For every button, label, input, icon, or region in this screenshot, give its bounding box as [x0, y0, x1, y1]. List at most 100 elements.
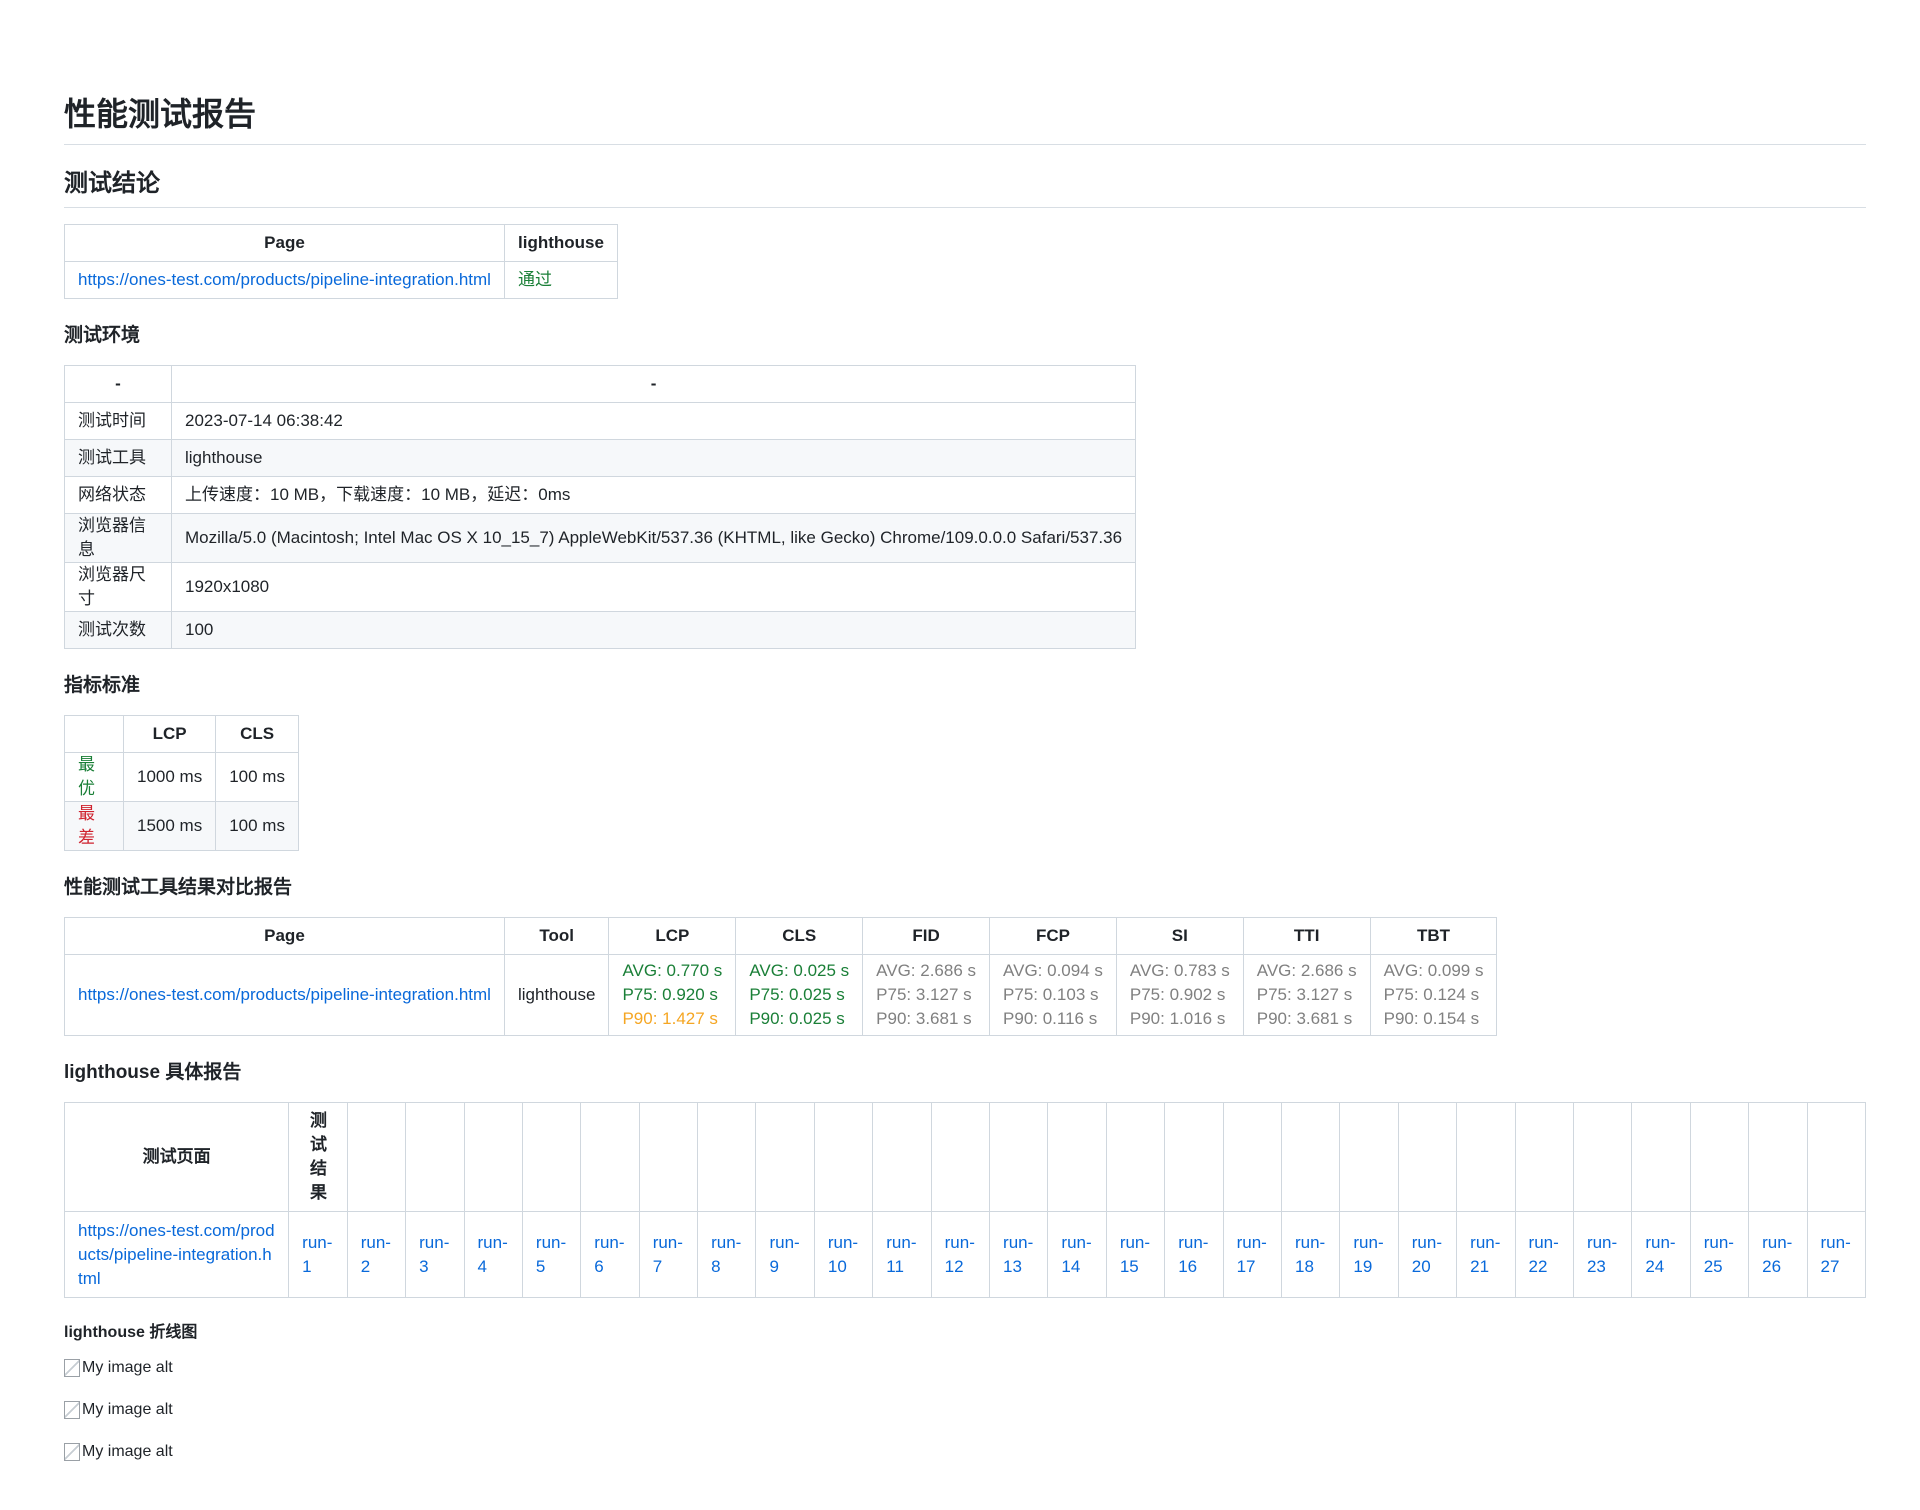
metric-p90: P90: 0.116 s: [1003, 1009, 1098, 1028]
run-link[interactable]: run-24: [1645, 1233, 1675, 1276]
run-cell: run-17: [1222, 1211, 1282, 1298]
status-badge: 通过: [504, 261, 618, 299]
run-link[interactable]: run-22: [1529, 1233, 1559, 1276]
run-link[interactable]: run-3: [419, 1233, 449, 1276]
run-cell: run-23: [1572, 1211, 1633, 1298]
run-link[interactable]: run-14: [1061, 1233, 1091, 1276]
run-link[interactable]: run-25: [1704, 1233, 1734, 1276]
metric-avg: AVG: 2.686 s: [876, 961, 977, 980]
environment-header-value: -: [170, 365, 1137, 403]
metric-cell: AVG: 0.770 s P75: 0.920 s P90: 1.427 s: [608, 954, 737, 1036]
details-header-blank: [638, 1102, 699, 1212]
run-link[interactable]: run-12: [945, 1233, 975, 1276]
metric-p90: P90: 1.427 s: [622, 1009, 718, 1028]
table-row: https://ones-test.com/products/pipeline-…: [64, 261, 618, 299]
run-link[interactable]: run-23: [1587, 1233, 1617, 1276]
details-header-blank: [1280, 1102, 1341, 1212]
run-cell: run-2: [346, 1211, 407, 1298]
run-link[interactable]: run-8: [711, 1233, 741, 1276]
details-header-blank: [346, 1102, 407, 1212]
run-link[interactable]: run-19: [1353, 1233, 1383, 1276]
details-header-blank: [1339, 1102, 1399, 1212]
run-link[interactable]: run-10: [828, 1233, 858, 1276]
run-link[interactable]: run-7: [653, 1233, 683, 1276]
table-row: 浏览器信息 Mozilla/5.0 (Macintosh; Intel Mac O…: [64, 513, 1137, 563]
env-value: 2023-07-14 06:38:42: [170, 402, 1137, 440]
run-link[interactable]: run-1: [302, 1233, 332, 1276]
run-cell: run-9: [755, 1211, 815, 1298]
run-link[interactable]: run-16: [1178, 1233, 1208, 1276]
details-heading: lighthouse 具体报告: [64, 1062, 242, 1083]
run-link[interactable]: run-2: [361, 1233, 391, 1276]
metric-cell: AVG: 2.686 s P75: 3.127 s P90: 3.681 s: [862, 954, 991, 1036]
env-value: lighthouse: [170, 439, 1137, 477]
run-link[interactable]: run-11: [886, 1233, 916, 1276]
run-link[interactable]: run-6: [594, 1233, 624, 1276]
standard-lcp-worst: 1500 ms: [122, 801, 217, 851]
run-link[interactable]: run-20: [1412, 1233, 1442, 1276]
run-link[interactable]: run-9: [769, 1233, 799, 1276]
run-cell: run-25: [1689, 1211, 1750, 1298]
run-cell: run-1: [288, 1211, 348, 1298]
details-header-blank: [521, 1102, 582, 1212]
metric-avg: AVG: 0.099 s: [1383, 961, 1484, 980]
details-header-blank: [1456, 1102, 1516, 1212]
image-alt-text: My image alt: [82, 1443, 173, 1460]
details-header-blank: [1631, 1102, 1691, 1212]
run-link[interactable]: run-17: [1237, 1233, 1267, 1276]
run-link[interactable]: run-13: [1003, 1233, 1033, 1276]
run-link[interactable]: run-21: [1470, 1233, 1500, 1276]
standard-label-best: 最优: [64, 752, 124, 802]
run-cell: run-22: [1514, 1211, 1574, 1298]
details-header-blank: [1222, 1102, 1282, 1212]
page-link[interactable]: https://ones-test.com/products/pipeline-…: [78, 985, 491, 1004]
run-cell: run-8: [697, 1211, 757, 1298]
page-link[interactable]: https://ones-test.com/products/pipeline-…: [78, 270, 491, 289]
run-link[interactable]: run-5: [536, 1233, 566, 1276]
run-link[interactable]: run-18: [1295, 1233, 1325, 1276]
metric-p75: P75: 0.124 s: [1383, 985, 1480, 1004]
run-cell: run-6: [580, 1211, 640, 1298]
metric-p75: P75: 0.920 s: [622, 985, 718, 1004]
details-header-blank: [1164, 1102, 1224, 1212]
broken-image-icon: [64, 1359, 80, 1377]
tool-cell: lighthouse: [503, 954, 610, 1036]
standards-header-lcp: LCP: [122, 715, 217, 753]
details-header-blank: [1572, 1102, 1633, 1212]
run-cell: run-21: [1456, 1211, 1516, 1298]
run-link[interactable]: run-15: [1120, 1233, 1150, 1276]
metric-p90: P90: 1.016 s: [1129, 1009, 1226, 1028]
env-key: 测试次数: [64, 611, 172, 649]
broken-image-icon: [64, 1443, 80, 1461]
linechart-image: My image alt: [64, 1354, 1866, 1382]
run-cell: run-7: [638, 1211, 699, 1298]
environment-table: - - 测试时间 2023-07-14 06:38:42 测试工具 lighthous…: [64, 365, 1137, 649]
run-cell: run-19: [1339, 1211, 1399, 1298]
standard-cls-best: 100 ms: [215, 752, 299, 802]
standards-header-blank: [64, 715, 124, 753]
metric-p90: P90: 0.154 s: [1383, 1009, 1480, 1028]
details-header-blank: [1047, 1102, 1107, 1212]
details-header-result: 测试结果: [288, 1102, 348, 1212]
details-header-blank: [755, 1102, 815, 1212]
details-header-blank: [872, 1102, 932, 1212]
linechart-heading: lighthouse 折线图: [64, 1324, 198, 1341]
metric-cell: AVG: 0.094 s P75: 0.103 s P90: 0.116 s: [989, 954, 1117, 1036]
conclusion-header-lighthouse: lighthouse: [504, 224, 618, 262]
details-header-blank: [405, 1102, 465, 1212]
page-link[interactable]: https://ones-test.com/products/pipeline-…: [78, 1221, 275, 1288]
metric-p75: P75: 3.127 s: [1256, 985, 1353, 1004]
run-link[interactable]: run-26: [1762, 1233, 1792, 1276]
conclusion-header-page: Page: [64, 224, 505, 262]
conclusion-table: Page lighthouse https://ones-test.com/pr…: [64, 224, 618, 299]
run-cell: run-27: [1806, 1211, 1866, 1298]
metric-p90: P90: 3.681 s: [876, 1009, 972, 1028]
run-cell: run-16: [1164, 1211, 1224, 1298]
run-link[interactable]: run-27: [1821, 1233, 1851, 1276]
standard-cls-worst: 100 ms: [215, 801, 299, 851]
metric-p75: P75: 0.103 s: [1003, 985, 1099, 1004]
metric-p75: P75: 3.127 s: [876, 985, 972, 1004]
run-cell: run-15: [1105, 1211, 1166, 1298]
comparison-header-tti: TTI: [1242, 917, 1371, 955]
run-link[interactable]: run-4: [478, 1233, 508, 1276]
